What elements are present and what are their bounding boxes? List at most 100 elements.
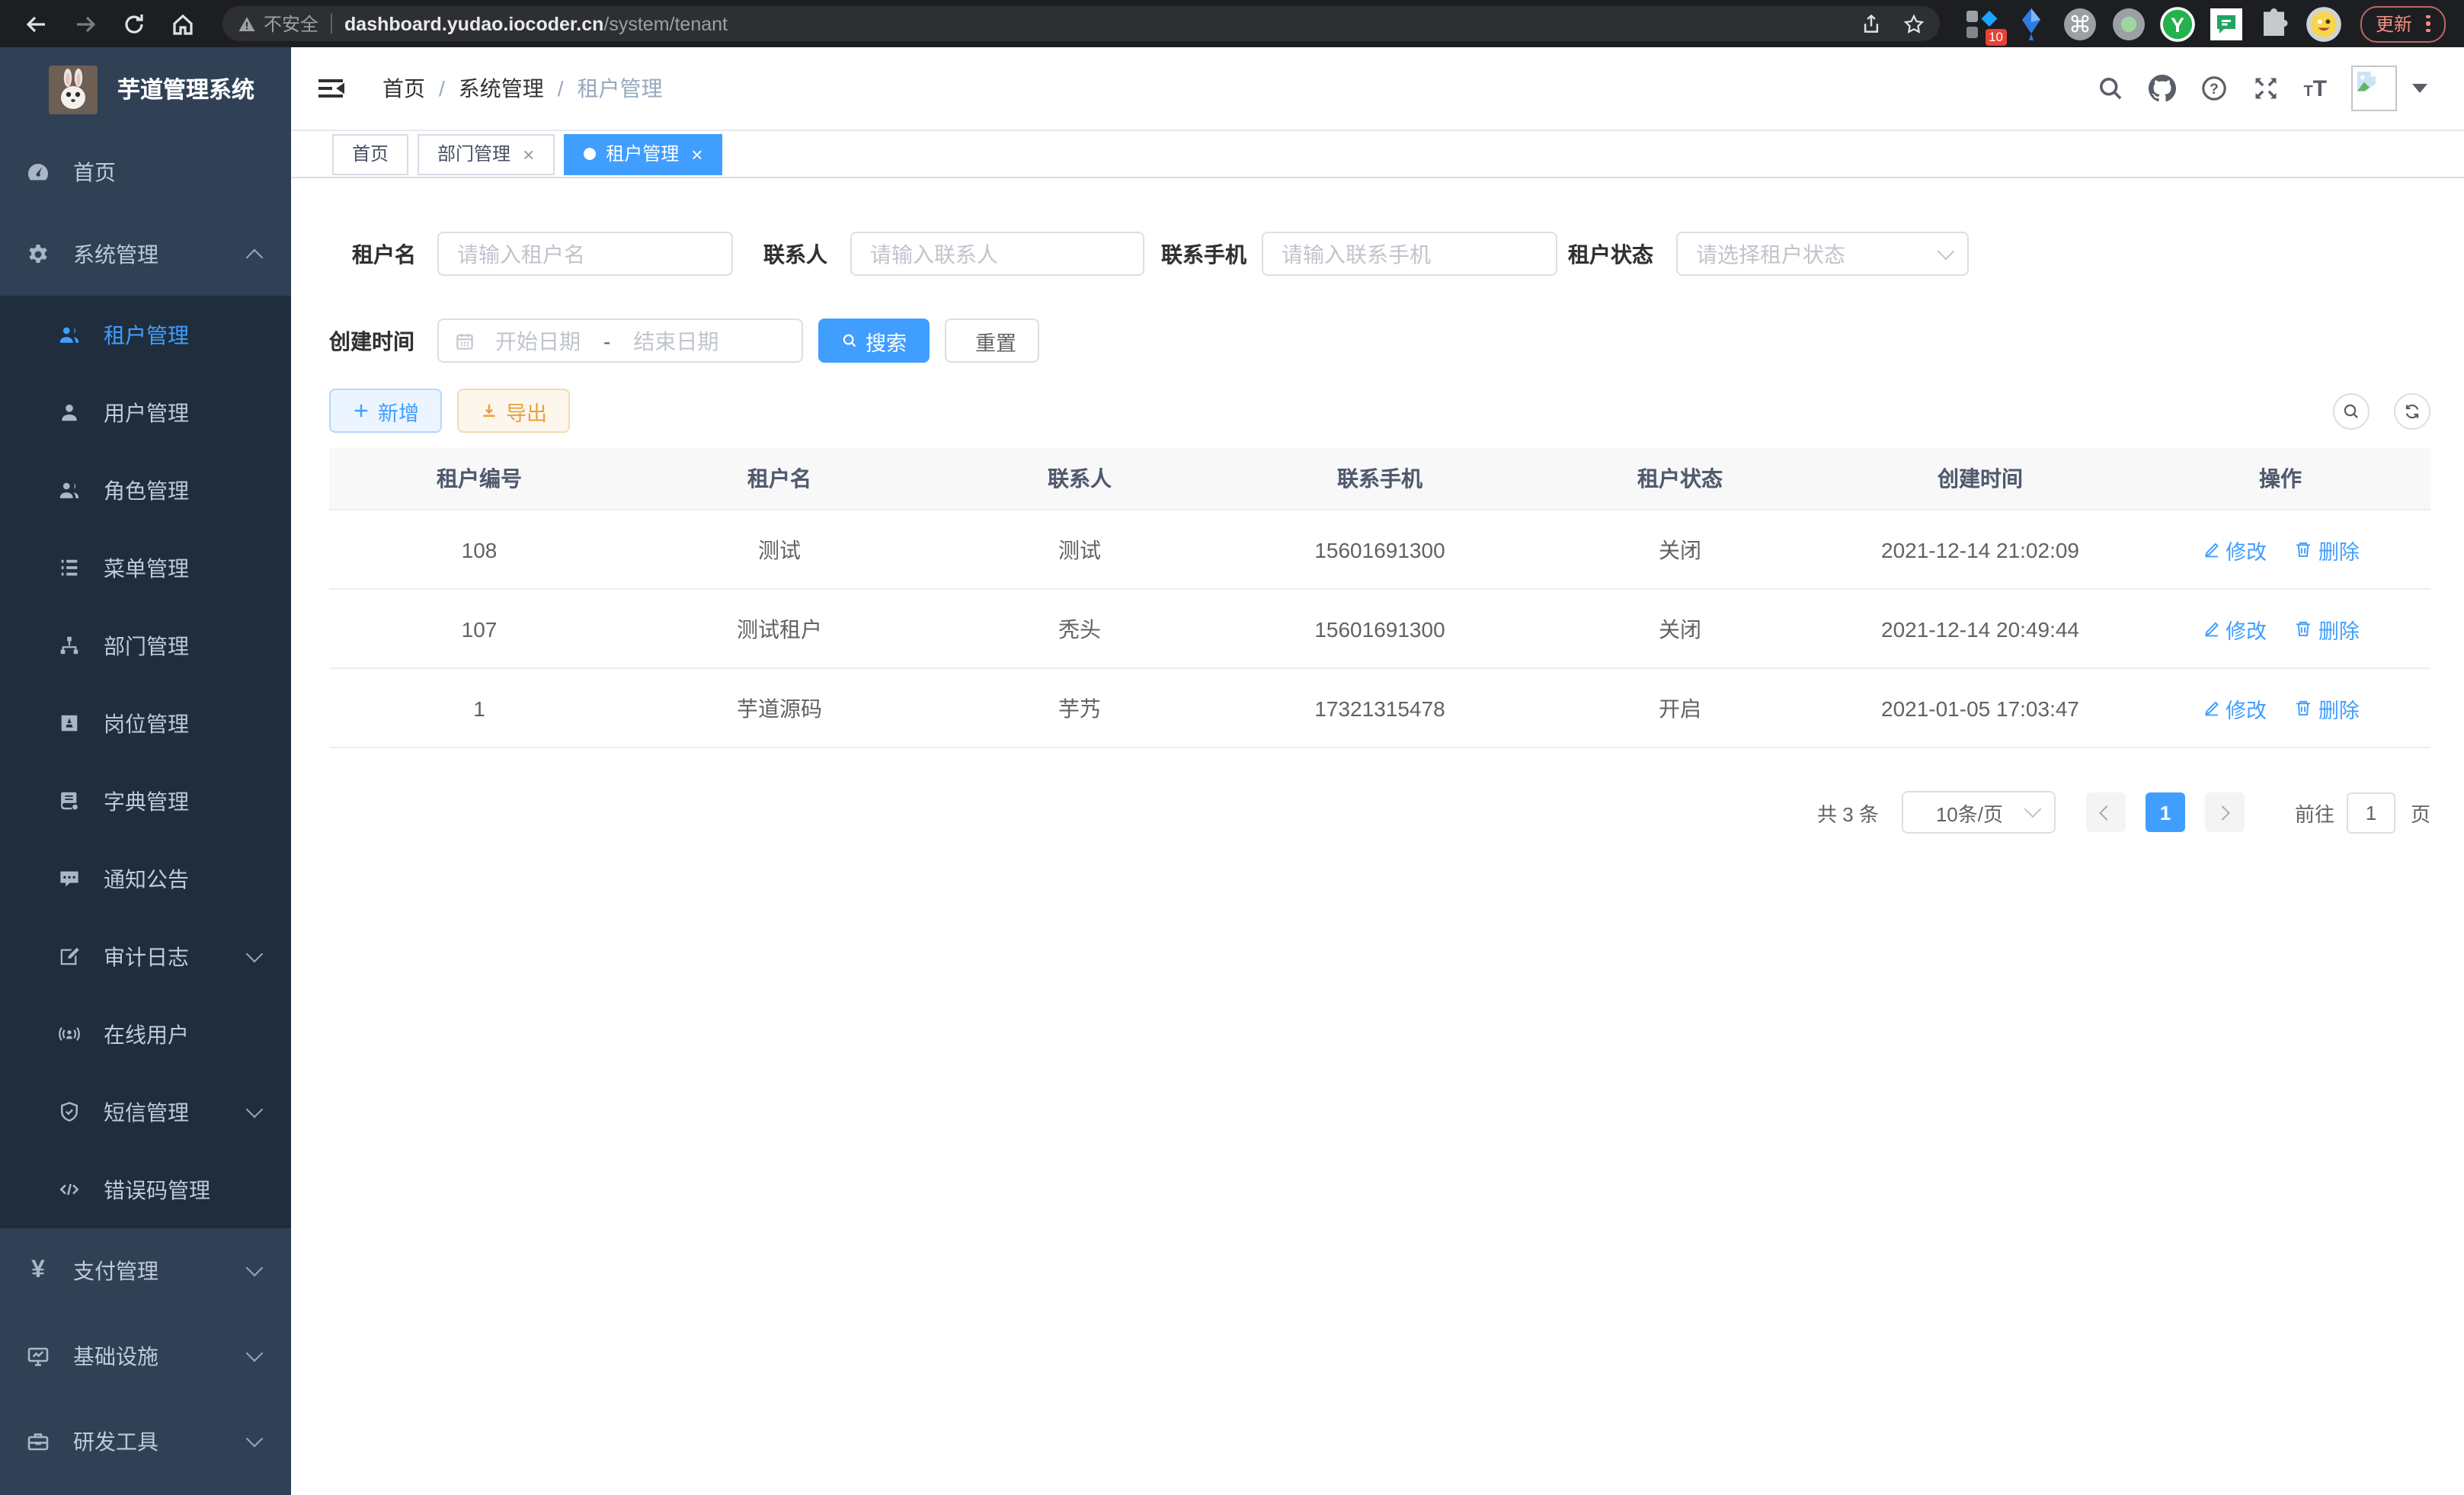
url-host[interactable]: dashboard.yudao.iocoder.cn <box>344 13 603 34</box>
security-label[interactable]: 不安全 <box>264 11 318 37</box>
sidebar: 芋道管理系统 首页 系统管理 租户管理 用户管理 角色管理 <box>0 47 291 1495</box>
sidebar-item-sms[interactable]: 短信管理 <box>0 1073 291 1151</box>
app-logo[interactable]: 芋道管理系统 <box>0 47 291 131</box>
user-icon <box>58 401 81 424</box>
delete-link[interactable]: 删除 <box>2294 534 2360 565</box>
calendar-icon <box>454 330 475 351</box>
breadcrumb-current: 租户管理 <box>578 73 663 104</box>
close-icon[interactable]: × <box>691 144 702 164</box>
extension-kite-icon[interactable] <box>2013 5 2050 42</box>
page-number-current[interactable]: 1 <box>2146 792 2185 832</box>
chevron-up-icon <box>246 249 264 267</box>
share-icon[interactable] <box>1861 13 1882 34</box>
end-date-input[interactable] <box>613 327 738 354</box>
dashboard-icon <box>26 160 50 184</box>
browser-update-button[interactable]: 更新 <box>2360 5 2445 42</box>
reset-button[interactable]: 重置 <box>945 319 1039 363</box>
error-code-icon <box>58 1178 81 1201</box>
breadcrumb-system[interactable]: 系统管理 <box>459 73 544 104</box>
sidebar-item-role[interactable]: 角色管理 <box>0 451 291 529</box>
next-page-button[interactable] <box>2205 792 2245 832</box>
forward-icon[interactable] <box>66 4 105 43</box>
edit-link[interactable]: 修改 <box>2201 693 2267 723</box>
close-icon[interactable]: × <box>523 144 534 164</box>
sidebar-item-online-users[interactable]: 在线用户 <box>0 995 291 1073</box>
mobile-input[interactable] <box>1262 232 1557 276</box>
bookmark-star-icon[interactable] <box>1903 13 1925 34</box>
export-button[interactable]: 导出 <box>457 389 570 433</box>
mobile-label: 联系手机 <box>1161 238 1246 269</box>
sidebar-item-dept[interactable]: 部门管理 <box>0 607 291 684</box>
home-icon[interactable] <box>163 4 203 43</box>
status-text: 开启 <box>1530 668 1830 748</box>
chevron-right-icon <box>2216 805 2231 820</box>
help-icon[interactable]: ? <box>2200 75 2227 102</box>
sidebar-item-error-code[interactable]: 错误码管理 <box>0 1151 291 1228</box>
sidebar-item-devtools[interactable]: 研发工具 <box>0 1399 291 1484</box>
toggle-search-button[interactable] <box>2333 392 2370 429</box>
extension-command-icon[interactable]: ⌘ <box>2062 5 2098 42</box>
menu-tree-icon <box>58 556 81 579</box>
system-submenu: 租户管理 用户管理 角色管理 菜单管理 部门管理 岗位管理 <box>0 296 291 1228</box>
caret-down-icon[interactable] <box>2412 84 2427 93</box>
total-count: 共 3 条 <box>1817 798 1879 827</box>
menu-fold-icon[interactable] <box>315 73 346 104</box>
tag-tabs-bar: 首页 部门管理× 租户管理× <box>291 131 2464 178</box>
delete-link[interactable]: 删除 <box>2294 693 2360 723</box>
sidebar-item-system[interactable]: 系统管理 <box>0 213 291 296</box>
date-range-picker[interactable]: - <box>437 319 803 363</box>
status-select[interactable]: 请选择租户状态 <box>1676 232 1969 276</box>
sidebar-item-home[interactable]: 首页 <box>0 131 291 213</box>
user-avatar[interactable] <box>2351 66 2397 111</box>
tenant-name-input[interactable] <box>437 232 733 276</box>
address-bar[interactable]: 不安全 dashboard.yudao.iocoder.cn /system/t… <box>222 6 1940 41</box>
back-icon[interactable] <box>17 4 56 43</box>
browser-menu-icon[interactable] <box>2426 14 2430 34</box>
extensions-puzzle-icon[interactable] <box>2257 5 2293 42</box>
refresh-button[interactable] <box>2394 392 2430 429</box>
tenants-icon <box>58 323 81 346</box>
tab-home[interactable]: 首页 <box>332 133 408 174</box>
profile-avatar[interactable] <box>2306 5 2342 42</box>
font-size-icon[interactable]: TT <box>2303 75 2327 101</box>
start-date-input[interactable] <box>475 327 600 354</box>
extension-record-icon[interactable] <box>2110 5 2147 42</box>
contact-input[interactable] <box>850 232 1144 276</box>
add-button[interactable]: 新增 <box>329 389 442 433</box>
sidebar-item-payment[interactable]: ¥ 支付管理 <box>0 1228 291 1314</box>
goto-page-input[interactable] <box>2347 792 2395 833</box>
sidebar-item-audit-log[interactable]: 审计日志 <box>0 917 291 995</box>
prev-page-button[interactable] <box>2086 792 2126 832</box>
sidebar-item-infrastructure[interactable]: 基础设施 <box>0 1314 291 1399</box>
sidebar-item-notice[interactable]: 通知公告 <box>0 840 291 917</box>
reload-icon[interactable] <box>114 4 154 43</box>
gear-icon <box>26 242 50 267</box>
tab-dept[interactable]: 部门管理× <box>418 133 554 174</box>
tab-tenant[interactable]: 租户管理× <box>563 133 722 174</box>
extension-icon[interactable]: 10 <box>1964 5 2001 42</box>
tenant-table: 租户编号 租户名 联系人 联系手机 租户状态 创建时间 操作 108 测试 测试 <box>329 448 2430 748</box>
sidebar-item-menu[interactable]: 菜单管理 <box>0 529 291 607</box>
chevron-down-icon <box>246 1345 264 1362</box>
url-path[interactable]: /system/tenant <box>603 13 728 34</box>
edit-link[interactable]: 修改 <box>2201 534 2267 565</box>
sidebar-item-user[interactable]: 用户管理 <box>0 373 291 451</box>
delete-link[interactable]: 删除 <box>2294 613 2360 644</box>
github-icon[interactable] <box>2148 75 2175 102</box>
search-icon[interactable] <box>2096 75 2123 102</box>
sidebar-item-tenant[interactable]: 租户管理 <box>0 296 291 373</box>
filter-row-2: 创建时间 - 搜索 重置 <box>329 319 2430 363</box>
browser-chrome: 不安全 dashboard.yudao.iocoder.cn /system/t… <box>0 0 2464 47</box>
post-icon <box>58 712 81 735</box>
sidebar-item-post[interactable]: 岗位管理 <box>0 684 291 762</box>
svg-text:⌘: ⌘ <box>2069 12 2091 37</box>
search-button[interactable]: 搜索 <box>818 319 930 363</box>
breadcrumb-home[interactable]: 首页 <box>382 73 425 104</box>
contact-label: 联系人 <box>763 238 827 269</box>
sidebar-item-dict[interactable]: 字典管理 <box>0 762 291 840</box>
page-size-select[interactable]: 10条/页 <box>1902 791 2056 834</box>
fullscreen-icon[interactable] <box>2251 75 2279 102</box>
extension-chat-icon[interactable] <box>2208 5 2245 42</box>
edit-link[interactable]: 修改 <box>2201 613 2267 644</box>
extension-y-icon[interactable]: Y <box>2159 5 2196 42</box>
